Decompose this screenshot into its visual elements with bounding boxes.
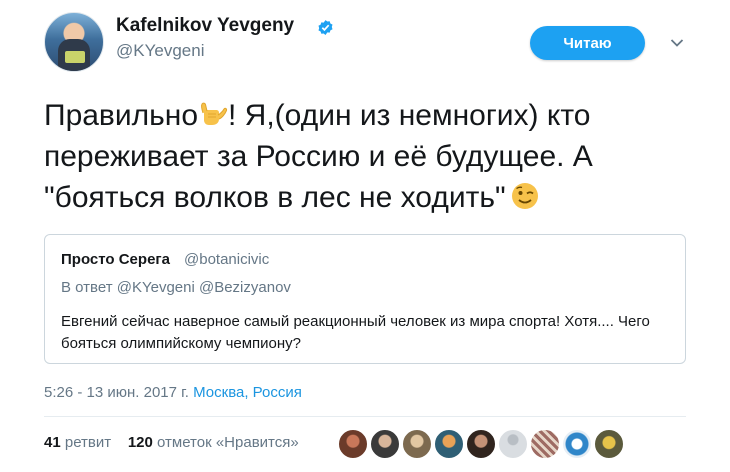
tweet-line-3: "бояться волков в лес не ходить" xyxy=(44,181,506,214)
liker-avatar[interactable] xyxy=(465,428,497,460)
likes-label: отметок «Нравится» xyxy=(157,434,299,451)
tweet-metadata: 5:26 - 13 июн. 2017 г. Москва, Россия xyxy=(44,384,302,401)
liker-avatar[interactable] xyxy=(529,428,561,460)
stats-divider xyxy=(44,416,686,417)
tweet-location[interactable]: Москва, Россия xyxy=(193,384,302,401)
author-avatar[interactable] xyxy=(44,12,104,72)
tweet-line-3-wrap: "бояться волков в лес не ходить" xyxy=(44,177,684,218)
tweet-line-1: Правильно ! Я,(один из немногих) кто xyxy=(44,95,684,136)
likes-stat[interactable]: 120 отметок «Нравится» xyxy=(128,434,299,451)
quote-reply-context: В ответ @KYevgeni @Bezizyanov xyxy=(61,279,291,296)
liker-avatar[interactable] xyxy=(369,428,401,460)
avatar-trophy xyxy=(65,51,85,63)
quote-body-text: Евгений сейчас наверное самый реакционны… xyxy=(61,313,650,352)
reply-mention-bezizyanov[interactable]: @Bezizyanov xyxy=(199,279,291,296)
following-button[interactable]: Читаю xyxy=(530,26,645,60)
chevron-down-icon[interactable] xyxy=(670,38,684,48)
winking-face-emoji xyxy=(511,183,538,209)
quote-author-name: Просто Серега xyxy=(61,251,170,268)
retweets-count: 41 xyxy=(44,434,61,451)
retweets-stat[interactable]: 41 ретвит xyxy=(44,434,111,451)
liker-avatar[interactable] xyxy=(337,428,369,460)
verified-badge-icon xyxy=(318,20,333,35)
liker-avatar[interactable] xyxy=(561,428,593,460)
tweet-timestamp[interactable]: 5:26 - 13 июн. 2017 г. xyxy=(44,384,189,401)
tweet-line-1-end: ! Я,(один из немногих) кто xyxy=(228,99,591,132)
likes-count: 120 xyxy=(127,434,153,451)
call-me-hand-emoji xyxy=(201,102,228,125)
author-handle[interactable]: @KYevgeni xyxy=(116,41,204,61)
retweets-label: ретвит xyxy=(64,434,112,451)
liker-avatar[interactable] xyxy=(593,428,625,460)
tweet-text: Правильно ! Я,(один из немногих) кто пер… xyxy=(44,95,684,218)
reply-mention-kyevgeni[interactable]: @KYevgeni xyxy=(117,279,195,296)
author-name[interactable]: Kafelnikov Yevgeny xyxy=(116,15,294,37)
quoted-tweet-card[interactable]: Просто Серега @botanicivic В ответ @KYev… xyxy=(44,234,686,364)
tweet-stats: 41 ретвит 120 отметок «Нравится» xyxy=(44,434,299,451)
quote-author-handle: @botanicivic xyxy=(184,251,270,268)
liker-avatar[interactable] xyxy=(497,428,529,460)
tweet-line-1-start: Правильно xyxy=(44,99,199,132)
liker-avatar[interactable] xyxy=(433,428,465,460)
reply-prefix: В ответ xyxy=(61,279,113,296)
liker-avatar[interactable] xyxy=(401,428,433,460)
tweet-line-2: переживает за Россию и её будущее. А xyxy=(44,140,593,173)
